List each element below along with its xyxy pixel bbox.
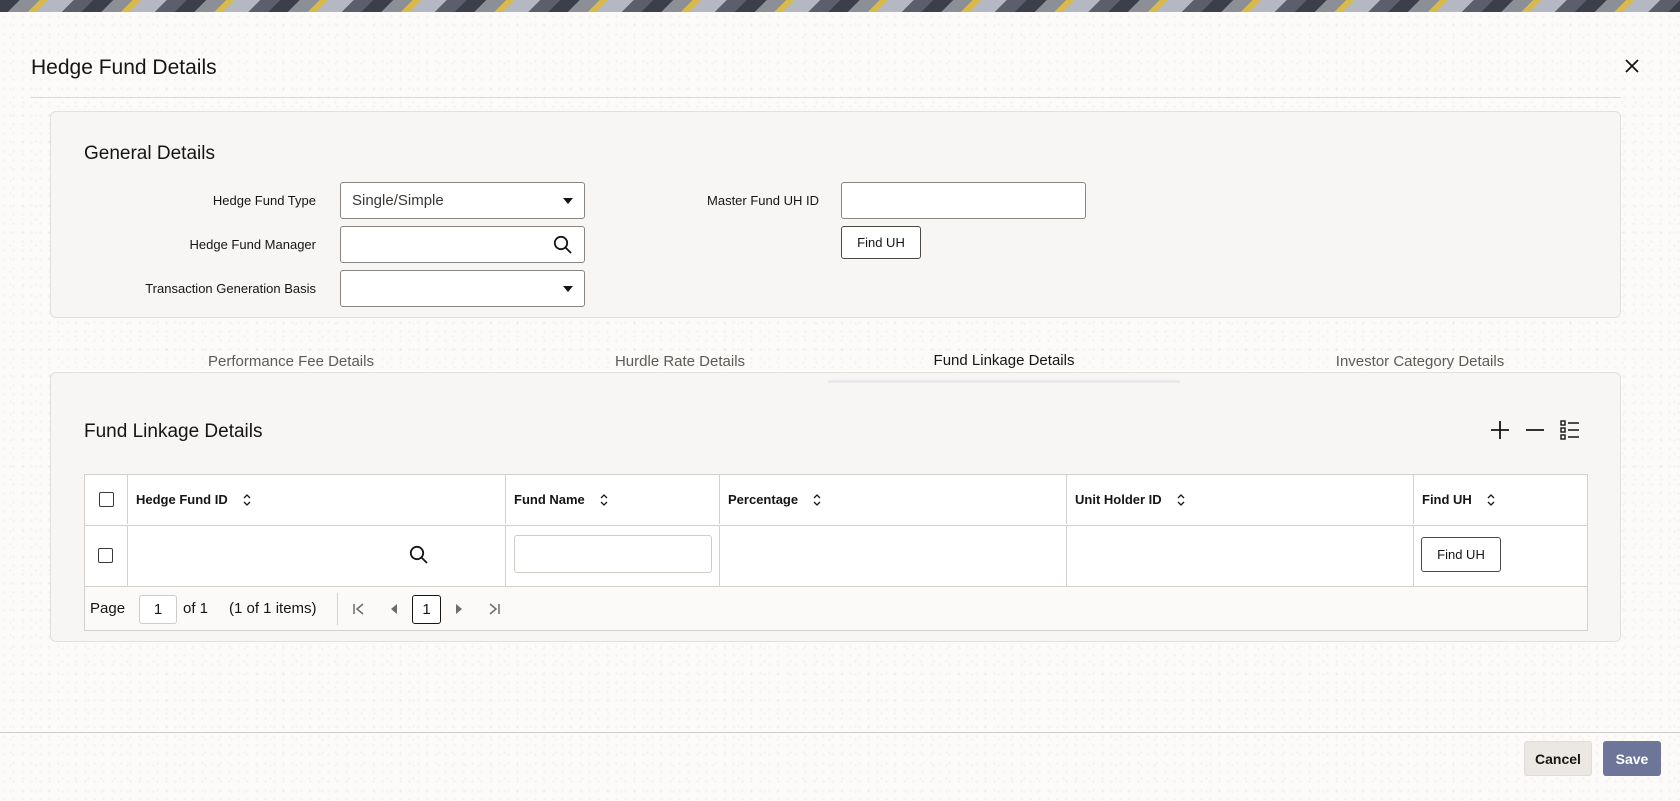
search-icon[interactable] [409, 545, 429, 565]
column-header-find-uh[interactable]: Find UH [1414, 475, 1587, 524]
find-uh-button[interactable]: Find UH [841, 226, 921, 259]
hedge-fund-type-label: Hedge Fund Type [212, 193, 316, 208]
column-header-unit-holder-id[interactable]: Unit Holder ID [1067, 475, 1414, 524]
chevron-down-icon [563, 197, 573, 204]
hedge-fund-type-select[interactable]: Single/Simple [340, 182, 585, 219]
column-header-label: Hedge Fund ID [136, 492, 228, 507]
close-icon [1625, 59, 1639, 73]
fund-name-input[interactable] [514, 535, 712, 573]
page-number-input[interactable]: 1 [139, 595, 177, 624]
add-row-button[interactable] [1487, 417, 1513, 443]
sort-icon[interactable] [599, 493, 609, 507]
first-page-icon [353, 603, 364, 615]
list-details-icon [1560, 420, 1579, 440]
hedge-fund-manager-label: Hedge Fund Manager [189, 237, 316, 252]
items-count-text: (1 of 1 items) [229, 600, 317, 617]
column-header-percentage[interactable]: Percentage [720, 475, 1067, 524]
unit-holder-id-cell[interactable] [1067, 525, 1414, 586]
fund-linkage-title: Fund Linkage Details [84, 421, 263, 442]
sort-icon[interactable] [812, 493, 822, 507]
last-page-button[interactable] [484, 599, 504, 619]
sort-icon[interactable] [1176, 493, 1186, 507]
last-page-icon [489, 603, 500, 615]
minus-icon [1526, 429, 1544, 431]
row-find-uh-button[interactable]: Find UH [1421, 537, 1501, 572]
sort-icon[interactable] [242, 493, 252, 507]
previous-page-button[interactable] [384, 599, 404, 619]
pagination-bar: Page 1 of 1 (1 of 1 items) 1 [85, 586, 1587, 630]
search-icon[interactable] [553, 235, 573, 255]
current-page-button[interactable]: 1 [412, 595, 441, 624]
title-divider [31, 97, 1621, 98]
remove-row-button[interactable] [1522, 417, 1548, 443]
hedge-fund-manager-input[interactable] [340, 226, 585, 263]
plus-icon [1491, 421, 1509, 439]
dialog-title: Hedge Fund Details [31, 56, 217, 79]
hedge-fund-id-cell[interactable] [128, 525, 506, 586]
transaction-generation-basis-select[interactable] [340, 270, 585, 307]
master-fund-uh-id-input[interactable] [841, 182, 1086, 219]
footer-divider [0, 732, 1680, 733]
find-uh-cell: Find UH [1414, 525, 1587, 586]
general-details-title: General Details [84, 143, 215, 164]
next-page-button[interactable] [449, 599, 469, 619]
column-header-label: Unit Holder ID [1075, 492, 1162, 507]
save-button[interactable]: Save [1603, 741, 1661, 776]
column-header-hedge-fund-id[interactable]: Hedge Fund ID [128, 475, 506, 524]
sort-icon[interactable] [1486, 493, 1496, 507]
transaction-generation-basis-label: Transaction Generation Basis [145, 281, 316, 296]
row-details-button[interactable] [1557, 417, 1583, 443]
cancel-button[interactable]: Cancel [1524, 741, 1592, 776]
select-all-checkbox[interactable] [98, 492, 114, 507]
fund-linkage-table: Hedge Fund ID Fund Name Percentage Unit … [84, 474, 1588, 631]
column-header-label: Percentage [728, 492, 799, 507]
pager-divider [337, 593, 338, 625]
column-header-fund-name[interactable]: Fund Name [506, 475, 720, 524]
column-header-label: Fund Name [514, 492, 585, 507]
previous-page-icon [391, 604, 397, 614]
page-label: Page [90, 600, 126, 617]
hedge-fund-type-value: Single/Simple [352, 192, 444, 209]
master-fund-uh-id-label: Master Fund UH ID [707, 193, 819, 208]
header-banner-strip [0, 0, 1680, 12]
chevron-down-icon [563, 285, 573, 292]
percentage-cell[interactable] [720, 525, 1067, 586]
next-page-icon [456, 604, 462, 614]
page-of-text: of 1 [183, 600, 209, 617]
row-select-checkbox[interactable] [98, 548, 113, 563]
select-all-header [85, 475, 128, 524]
first-page-button[interactable] [349, 599, 369, 619]
table-row [85, 525, 128, 586]
column-header-label: Find UH [1422, 492, 1472, 507]
fund-name-cell [506, 525, 720, 586]
close-button[interactable] [1620, 54, 1644, 78]
